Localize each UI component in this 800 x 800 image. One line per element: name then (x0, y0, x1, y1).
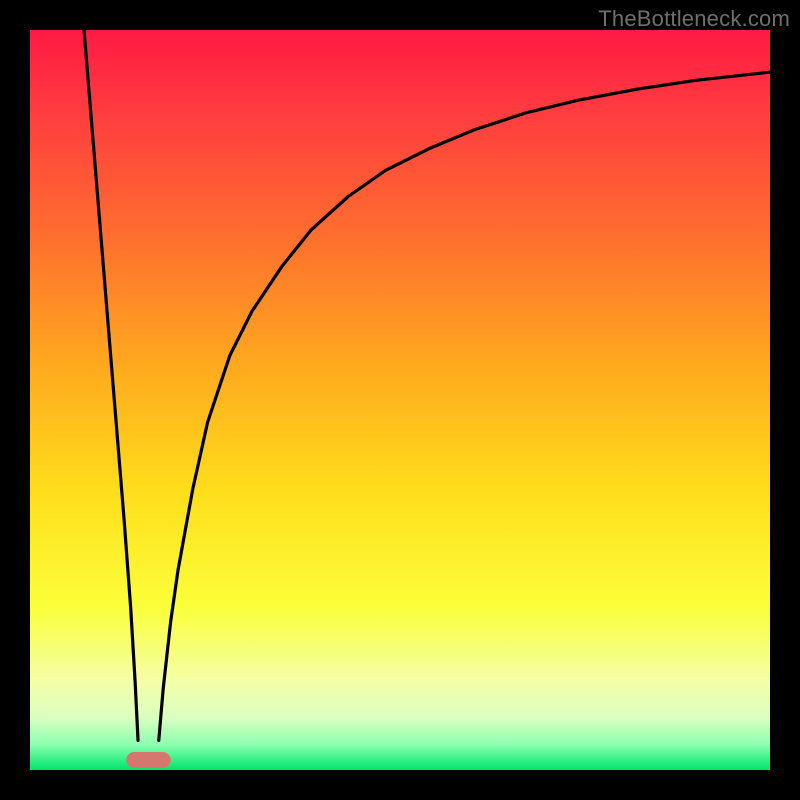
chart-svg (30, 30, 770, 770)
watermark-text: TheBottleneck.com (598, 6, 790, 32)
plot-area (30, 30, 770, 770)
chart-frame: TheBottleneck.com (0, 0, 800, 800)
gradient-background (30, 30, 770, 770)
optimal-marker (126, 752, 170, 768)
